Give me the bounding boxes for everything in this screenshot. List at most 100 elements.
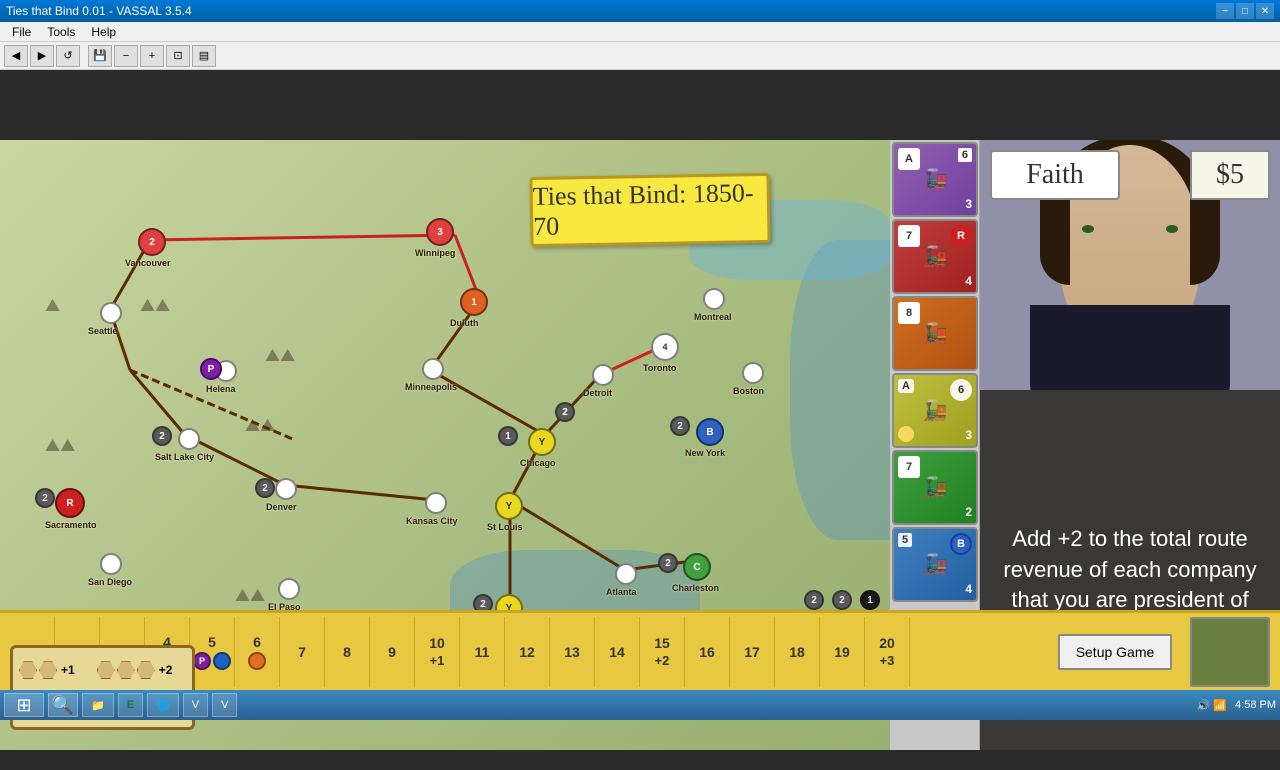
label-winnipeg: Winnipeg: [415, 248, 455, 258]
title-bar: Ties that Bind 0.01 - VASSAL 3.5.4 − □ ✕: [0, 0, 1280, 22]
city-montreal[interactable]: [703, 288, 725, 310]
mountain-terrain-nw: ⛰⛰: [140, 295, 170, 316]
toolbar-back[interactable]: ◀: [4, 45, 28, 67]
card-num-yg6: 6: [950, 379, 972, 401]
score-cell-19: 19: [820, 617, 865, 687]
toolbar-zoom-in[interactable]: +: [140, 45, 164, 67]
city-chicago[interactable]: Y: [528, 428, 556, 456]
toolbar-layout[interactable]: ▤: [192, 45, 216, 67]
toolbar-undo[interactable]: ↺: [56, 45, 80, 67]
toolbar: ◀ ▶ ↺ 💾 − + ⊡ ▤: [0, 42, 1280, 70]
toolbar-save[interactable]: 💾: [88, 45, 112, 67]
character-money-label: $5: [1190, 150, 1270, 200]
card-num-6: 6: [958, 148, 972, 162]
menu-help[interactable]: Help: [83, 23, 124, 41]
card-b-badge: B: [950, 533, 972, 555]
label-vancouver: Vancouver: [125, 258, 171, 268]
card-train-icon-4: 🚂: [923, 398, 948, 423]
score-cell-9: 9: [370, 617, 415, 687]
toolbar-zoom-out[interactable]: −: [114, 45, 138, 67]
taskbar-right: 🔊 📶 4:58 PM: [1197, 699, 1276, 712]
toolbar-fit[interactable]: ⊡: [166, 45, 190, 67]
city-elpaso[interactable]: [278, 578, 300, 600]
city-detroit[interactable]: [592, 364, 614, 386]
card-yellow-green-6[interactable]: A 6 🚂 3: [892, 373, 978, 448]
token-purple-helena[interactable]: P: [200, 358, 222, 380]
start-button[interactable]: ⊞: [4, 693, 44, 717]
score-cell-11: 11: [460, 617, 505, 687]
menu-file[interactable]: File: [4, 23, 39, 41]
bonus-item-1: +1: [19, 654, 95, 687]
card-trains-yg3: 3: [965, 428, 972, 442]
city-denver[interactable]: [275, 478, 297, 500]
label-boston: Boston: [733, 386, 764, 396]
city-boston[interactable]: [742, 362, 764, 384]
city-charleston[interactable]: C: [683, 553, 711, 581]
city-kc[interactable]: [425, 492, 447, 514]
label-detroit: Detroit: [583, 388, 612, 398]
token-num-denver[interactable]: 2: [255, 478, 275, 498]
setup-game-button[interactable]: Setup Game: [1058, 634, 1173, 670]
card-purple-a6[interactable]: A 6 🚂 3: [892, 142, 978, 217]
taskbar-app-browser[interactable]: 🌐: [147, 693, 179, 717]
card-green-7[interactable]: 7 🚂 2: [892, 450, 978, 525]
card-train-icon-2: 🚂: [923, 244, 948, 269]
close-button[interactable]: ✕: [1256, 3, 1274, 19]
token-num-ny[interactable]: 2: [670, 416, 690, 436]
taskbar-left: ⊞ 🔍 📁 E 🌐 V V: [4, 693, 237, 717]
bonus-item-2: +2: [97, 654, 193, 687]
token-blue-5: [213, 652, 231, 670]
token-num-sac[interactable]: 2: [35, 488, 55, 508]
token-num-charleston[interactable]: 2: [658, 553, 678, 573]
mountain-terrain-w: ⛰⛰: [265, 345, 295, 366]
city-winnipeg[interactable]: 3: [426, 218, 454, 246]
city-sandiego[interactable]: [100, 553, 122, 575]
city-seattle[interactable]: [100, 302, 122, 324]
minimize-button[interactable]: −: [1216, 3, 1234, 19]
city-sacramento[interactable]: R: [55, 488, 85, 518]
card-train-icon-6: 🚂: [923, 552, 948, 577]
taskbar-app-excel[interactable]: E: [118, 693, 143, 717]
city-slc[interactable]: [178, 428, 200, 450]
label-stlouis: St Louis: [487, 522, 523, 532]
taskbar-app-explorer[interactable]: 📁: [82, 693, 114, 717]
city-duluth[interactable]: 1: [460, 288, 488, 316]
score-cell-10: 10 +1: [415, 617, 460, 687]
score-cell-20: 20 +3: [865, 617, 910, 687]
score-cell-12: 12: [505, 617, 550, 687]
label-chicago: Chicago: [520, 458, 556, 468]
city-toronto[interactable]: 4: [651, 333, 679, 361]
city-stlouis[interactable]: Y: [495, 492, 523, 520]
search-button[interactable]: 🔍: [48, 693, 78, 717]
score-num-2: 2: [832, 590, 852, 610]
card-blue-5b[interactable]: 5 B 🚂 4: [892, 527, 978, 602]
city-vancouver[interactable]: 2: [138, 228, 166, 256]
card-badge-a: A: [898, 148, 920, 170]
menu-bar: File Tools Help: [0, 22, 1280, 42]
city-atlanta[interactable]: [615, 563, 637, 585]
card-badge-7: 7: [898, 225, 920, 247]
token-num-chicago[interactable]: 1: [498, 426, 518, 446]
score-cell-13: 13: [550, 617, 595, 687]
card-train-icon-3: 🚂: [923, 321, 948, 346]
taskbar-app-vassal2[interactable]: V: [212, 693, 237, 717]
card-train-icon: 🚂: [923, 167, 948, 192]
score-cell-15: 15 +2: [640, 617, 685, 687]
token-num-chicago2[interactable]: 2: [555, 402, 575, 422]
card-orange-8[interactable]: 8 🚂: [892, 296, 978, 371]
game-title-card: Ties that Bind: 1850-70: [529, 173, 770, 247]
taskbar-app-vassal1[interactable]: V: [183, 693, 208, 717]
city-minneapolis[interactable]: [422, 358, 444, 380]
score-cell-7: 7: [280, 617, 325, 687]
menu-tools[interactable]: Tools: [39, 23, 83, 41]
label-sandiego: San Diego: [88, 577, 132, 587]
bonus-value-2: +2: [159, 663, 173, 677]
card-trains-4: 4: [965, 274, 972, 288]
maximize-button[interactable]: □: [1236, 3, 1254, 19]
city-newyork[interactable]: B: [696, 418, 724, 446]
token-num-slc[interactable]: 2: [152, 426, 172, 446]
toolbar-forward[interactable]: ▶: [30, 45, 54, 67]
card-red-7r[interactable]: 7 R 🚂 4: [892, 219, 978, 294]
excel-icon: E: [127, 699, 134, 711]
bonus-value-1: +1: [61, 663, 75, 677]
